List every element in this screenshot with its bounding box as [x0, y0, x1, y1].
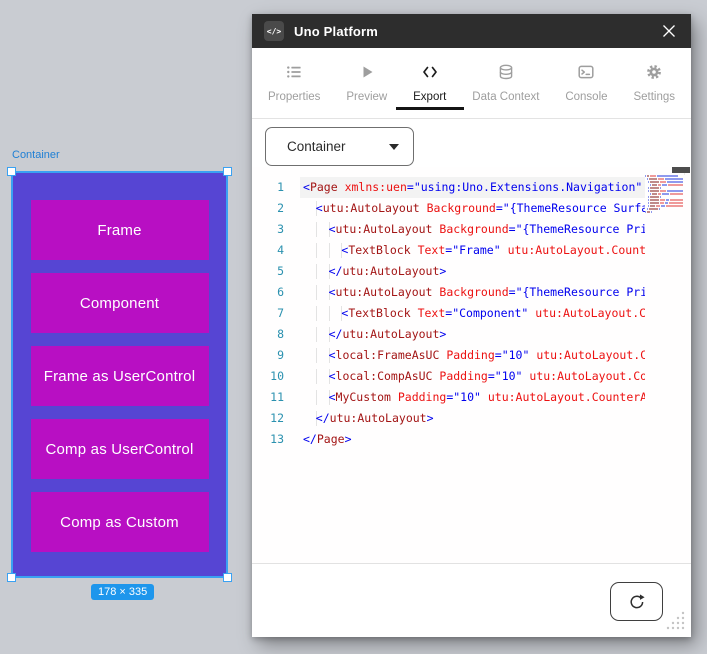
scrollbar-thumb[interactable]	[672, 167, 690, 173]
chevron-down-icon	[389, 143, 399, 150]
tab-label: Settings	[633, 91, 675, 103]
code-line: <local:FrameAsUC Padding="10" utu:AutoLa…	[300, 345, 685, 366]
active-tab-underline	[395, 107, 464, 110]
selection-handle-bottom-left[interactable]	[7, 573, 16, 582]
titlebar: </> Uno Platform	[252, 14, 691, 48]
gear-icon	[645, 63, 663, 86]
minimap[interactable]	[645, 175, 685, 563]
tab-label: Console	[565, 91, 608, 103]
design-button[interactable]: Frame	[30, 200, 209, 260]
selection-handle-top-left[interactable]	[7, 167, 16, 176]
tab-label: Data Context	[472, 91, 540, 103]
line-number: 6	[277, 285, 284, 299]
resize-grip[interactable]	[664, 609, 686, 631]
tab-data-context[interactable]: Data Context	[472, 48, 539, 118]
code-editor[interactable]: 1 2 3 4 5 6 7 8 9 10 11 12 13 <Page xmlns:uen="using…	[252, 167, 691, 563]
code-line: </Page>	[303, 432, 352, 446]
code-line: <utu:AutoLayout Background="{ThemeResour…	[300, 198, 685, 219]
line-number: 12	[270, 411, 284, 425]
tab-label: Export	[413, 91, 447, 103]
line-number: 5	[277, 264, 284, 278]
selected-element: Container	[287, 139, 346, 154]
app-window: </> Uno Platform Properties Preview Export…	[252, 14, 691, 637]
line-number-gutter: 1 2 3 4 5 6 7 8 9 10 11 12 13	[252, 177, 300, 450]
play-icon	[358, 63, 376, 86]
line-number: 13	[270, 432, 284, 446]
tab-label: Properties	[268, 91, 321, 103]
close-button[interactable]	[659, 21, 679, 41]
selection-handle-top-right[interactable]	[223, 167, 232, 176]
code-line: <TextBlock Text="Frame" utu:AutoLayout.C…	[300, 240, 685, 261]
design-button[interactable]: Component	[30, 273, 209, 333]
selection-handle-bottom-right[interactable]	[223, 573, 232, 582]
tab-bar: Properties Preview Export Data Context Conso…	[252, 48, 691, 119]
tab-console[interactable]: Console	[565, 48, 608, 118]
code-icon	[421, 63, 439, 86]
tab-export[interactable]: Export	[395, 48, 464, 118]
code-line: <MyCustom Padding="10" utu:AutoLayout.Co…	[300, 387, 685, 408]
app-logo-icon: </>	[264, 21, 284, 41]
code-line: <TextBlock Text="Component" utu:AutoLayo…	[300, 303, 685, 324]
desktop: { "canvas": { "selection_label": "Contai…	[0, 0, 707, 654]
tab-settings[interactable]: Settings	[633, 48, 675, 118]
line-number: 9	[277, 348, 284, 362]
line-number: 7	[277, 306, 284, 320]
code-line: </utu:AutoLayout>	[300, 261, 685, 282]
window-title: Uno Platform	[294, 23, 379, 39]
refresh-button[interactable]	[610, 582, 663, 621]
list-icon	[285, 63, 303, 86]
design-button[interactable]: Frame as UserControl	[30, 346, 209, 406]
line-number: 11	[270, 390, 284, 404]
refresh-icon	[629, 593, 645, 608]
line-number: 2	[277, 201, 284, 215]
code-lines: <Page xmlns:uen="using:Uno.Extensions.Na…	[300, 177, 685, 450]
tab-properties[interactable]: Properties	[268, 48, 320, 118]
element-selector-dropdown[interactable]: Container	[265, 127, 414, 166]
size-badge: 178 × 335	[91, 584, 155, 600]
selected-container[interactable]: Frame Component Frame as UserControl Comp a…	[11, 171, 228, 578]
selection-label: Container	[12, 149, 60, 161]
code-line: <local:CompAsUC Padding="10" utu:AutoLay…	[300, 366, 685, 387]
close-icon	[663, 25, 675, 37]
line-number: 8	[277, 327, 284, 341]
terminal-icon	[577, 63, 595, 86]
database-icon	[497, 63, 515, 86]
line-number: 3	[277, 222, 284, 236]
code-line: <utu:AutoLayout Background="{ThemeResour…	[300, 282, 685, 303]
design-button[interactable]: Comp as UserControl	[30, 419, 209, 479]
toolbar: Container	[252, 119, 691, 167]
bottom-bar	[252, 563, 691, 637]
code-line: </utu:AutoLayout>	[300, 324, 685, 345]
code-line: </utu:AutoLayout>	[300, 408, 685, 429]
code-line: <utu:AutoLayout Background="{ThemeResour…	[300, 219, 685, 240]
line-number: 4	[277, 243, 284, 257]
tab-preview[interactable]: Preview	[346, 48, 387, 118]
design-button[interactable]: Comp as Custom	[30, 492, 209, 552]
line-number: 10	[270, 369, 284, 383]
line-number: 1	[277, 180, 284, 194]
code-line: <Page xmlns:uen="using:Uno.Extensions.Na…	[300, 177, 685, 198]
tab-label: Preview	[346, 91, 388, 103]
